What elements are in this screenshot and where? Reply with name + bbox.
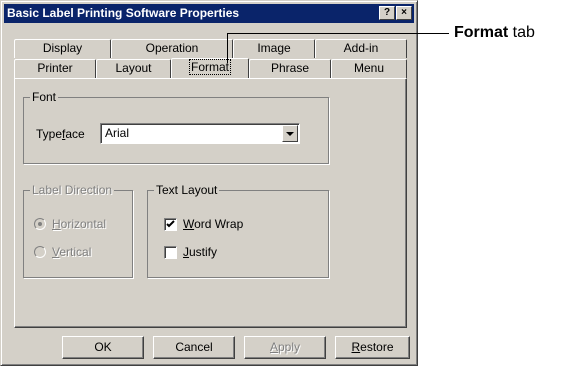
callout-pointer — [227, 33, 228, 63]
restore-button[interactable]: Restore — [335, 336, 410, 359]
callout-label: Format tab — [454, 24, 535, 41]
typeface-label: Typeface — [36, 127, 85, 141]
format-tab-panel: Font Typeface Arial Label Direction Hori… — [14, 78, 407, 328]
horizontal-label: Horizontal — [52, 217, 107, 231]
title-bar: Basic Label Printing Software Properties… — [4, 4, 414, 23]
callout-line — [227, 33, 449, 34]
tab-phrase[interactable]: Phrase — [249, 59, 331, 78]
properties-dialog: Basic Label Printing Software Properties… — [0, 0, 418, 366]
checkmark-icon — [166, 220, 175, 228]
justify-checkbox[interactable] — [164, 246, 177, 259]
vertical-radio[interactable] — [34, 246, 46, 258]
close-button[interactable]: × — [396, 6, 412, 20]
ok-button[interactable]: OK — [62, 336, 144, 359]
label-direction-group: Label Direction Horizontal Vertical — [23, 183, 133, 278]
tab-layout[interactable]: Layout — [96, 59, 171, 78]
tab-add-in[interactable]: Add-in — [315, 39, 407, 58]
tab-printer[interactable]: Printer — [14, 59, 96, 78]
font-group-label: Font — [30, 90, 59, 104]
typeface-select[interactable]: Arial — [100, 123, 300, 144]
text-layout-label: Text Layout — [154, 183, 220, 197]
tab-image[interactable]: Image — [233, 39, 315, 58]
typeface-value: Arial — [105, 126, 130, 140]
cancel-button[interactable]: Cancel — [153, 336, 235, 359]
label-direction-label: Label Direction — [30, 183, 115, 197]
tab-display[interactable]: Display — [14, 39, 111, 58]
apply-button[interactable]: Apply — [244, 336, 326, 359]
text-layout-group: Text Layout Word Wrap Justify — [147, 183, 329, 278]
word-wrap-checkbox[interactable] — [164, 218, 177, 231]
tab-menu[interactable]: Menu — [331, 59, 407, 78]
help-button[interactable]: ? — [379, 6, 395, 20]
justify-label: Justify — [183, 245, 218, 259]
chevron-down-icon[interactable] — [282, 125, 298, 142]
horizontal-radio[interactable] — [34, 218, 46, 230]
tab-operation[interactable]: Operation — [111, 39, 233, 58]
vertical-label: Vertical — [52, 245, 92, 259]
font-group: Font Typeface Arial — [23, 90, 329, 164]
tab-format[interactable]: Format — [171, 58, 249, 78]
word-wrap-label: Word Wrap — [183, 217, 244, 231]
window-title: Basic Label Printing Software Properties — [7, 6, 240, 20]
